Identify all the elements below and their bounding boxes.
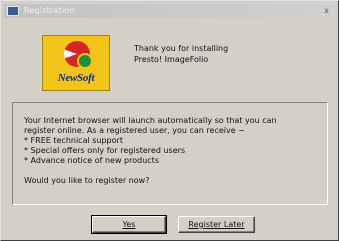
- message-line: register online. As a registered user, y…: [24, 126, 245, 135]
- window-title: Registration: [24, 6, 75, 15]
- thank-you-line: Thank you for installing: [134, 44, 229, 53]
- benefit-item: * Special offers only for registered use…: [24, 146, 186, 155]
- newsoft-logo: NewSoft: [42, 35, 110, 91]
- yes-button-label: Yes: [122, 220, 136, 229]
- app-icon: [7, 6, 19, 16]
- registration-message: Your Internet browser will launch automa…: [24, 116, 324, 186]
- benefit-item: * FREE technical support: [24, 136, 123, 145]
- logo-brand-text: NewSoft: [57, 72, 95, 84]
- message-line: Your Internet browser will launch automa…: [24, 116, 277, 125]
- product-name: Presto! ImageFolio: [134, 55, 209, 64]
- register-later-button[interactable]: Register Later: [178, 216, 255, 233]
- register-later-label: Register Later: [188, 220, 245, 229]
- title-bar[interactable]: Registration x: [4, 4, 335, 18]
- register-question: Would you like to register now?: [24, 176, 150, 185]
- benefit-item: * Advance notice of new products: [24, 156, 159, 165]
- close-button[interactable]: x: [321, 6, 332, 16]
- registration-dialog: Registration x NewSoft Thank you for ins…: [0, 0, 339, 241]
- yes-button[interactable]: Yes: [91, 215, 167, 234]
- thank-you-text: Thank you for installing Presto! ImageFo…: [134, 43, 304, 65]
- logo-mark-icon: [64, 41, 93, 69]
